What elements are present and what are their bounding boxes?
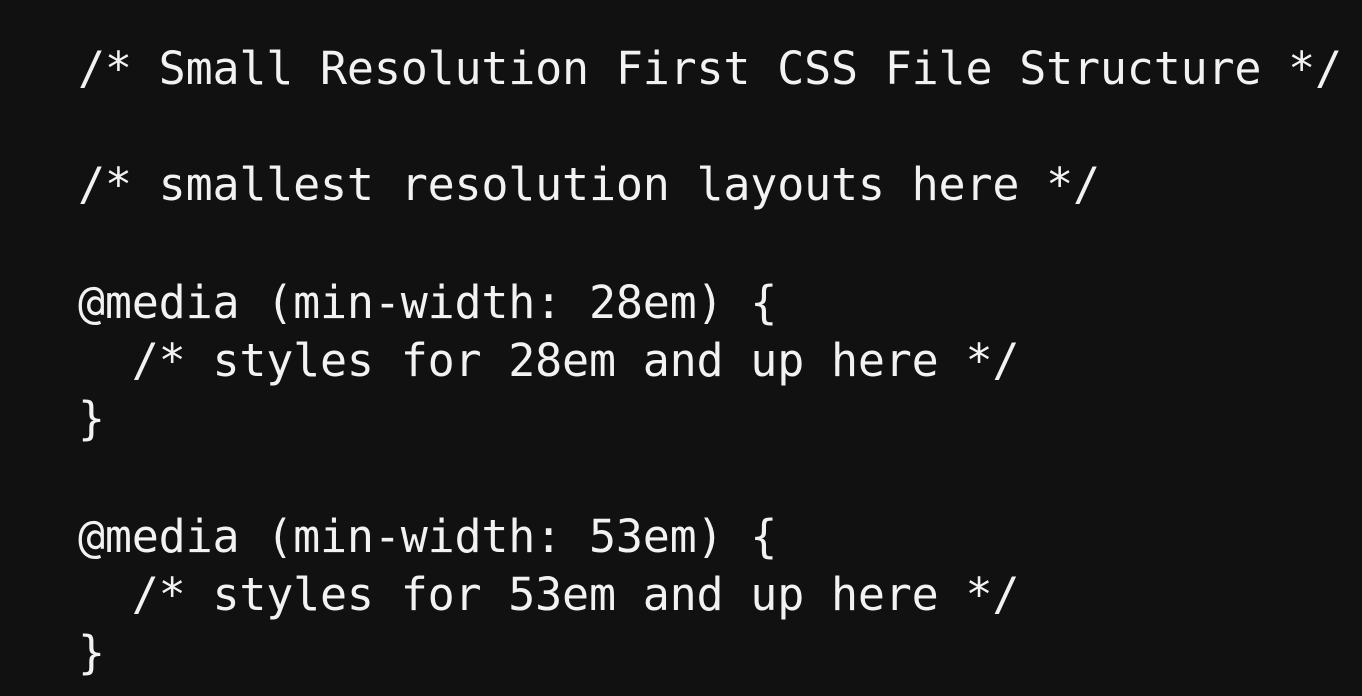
code-line-media-53em-comment: /* styles for 53em and up here */ (78, 568, 1020, 621)
code-line-media-28em-close: } (78, 392, 105, 445)
code-line-media-28em-comment: /* styles for 28em and up here */ (78, 334, 1020, 387)
code-line-title-comment: /* Small Resolution First CSS File Struc… (78, 42, 1342, 95)
css-code-block: /* Small Resolution First CSS File Struc… (0, 0, 1362, 696)
code-slide: /* Small Resolution First CSS File Struc… (0, 0, 1362, 696)
code-line-media-28em-open: @media (min-width: 28em) { (78, 276, 778, 329)
code-line-media-53em-open: @media (min-width: 53em) { (78, 510, 778, 563)
code-line-media-53em-close: } (78, 626, 105, 679)
code-line-smallest-comment: /* smallest resolution layouts here */ (78, 158, 1100, 211)
